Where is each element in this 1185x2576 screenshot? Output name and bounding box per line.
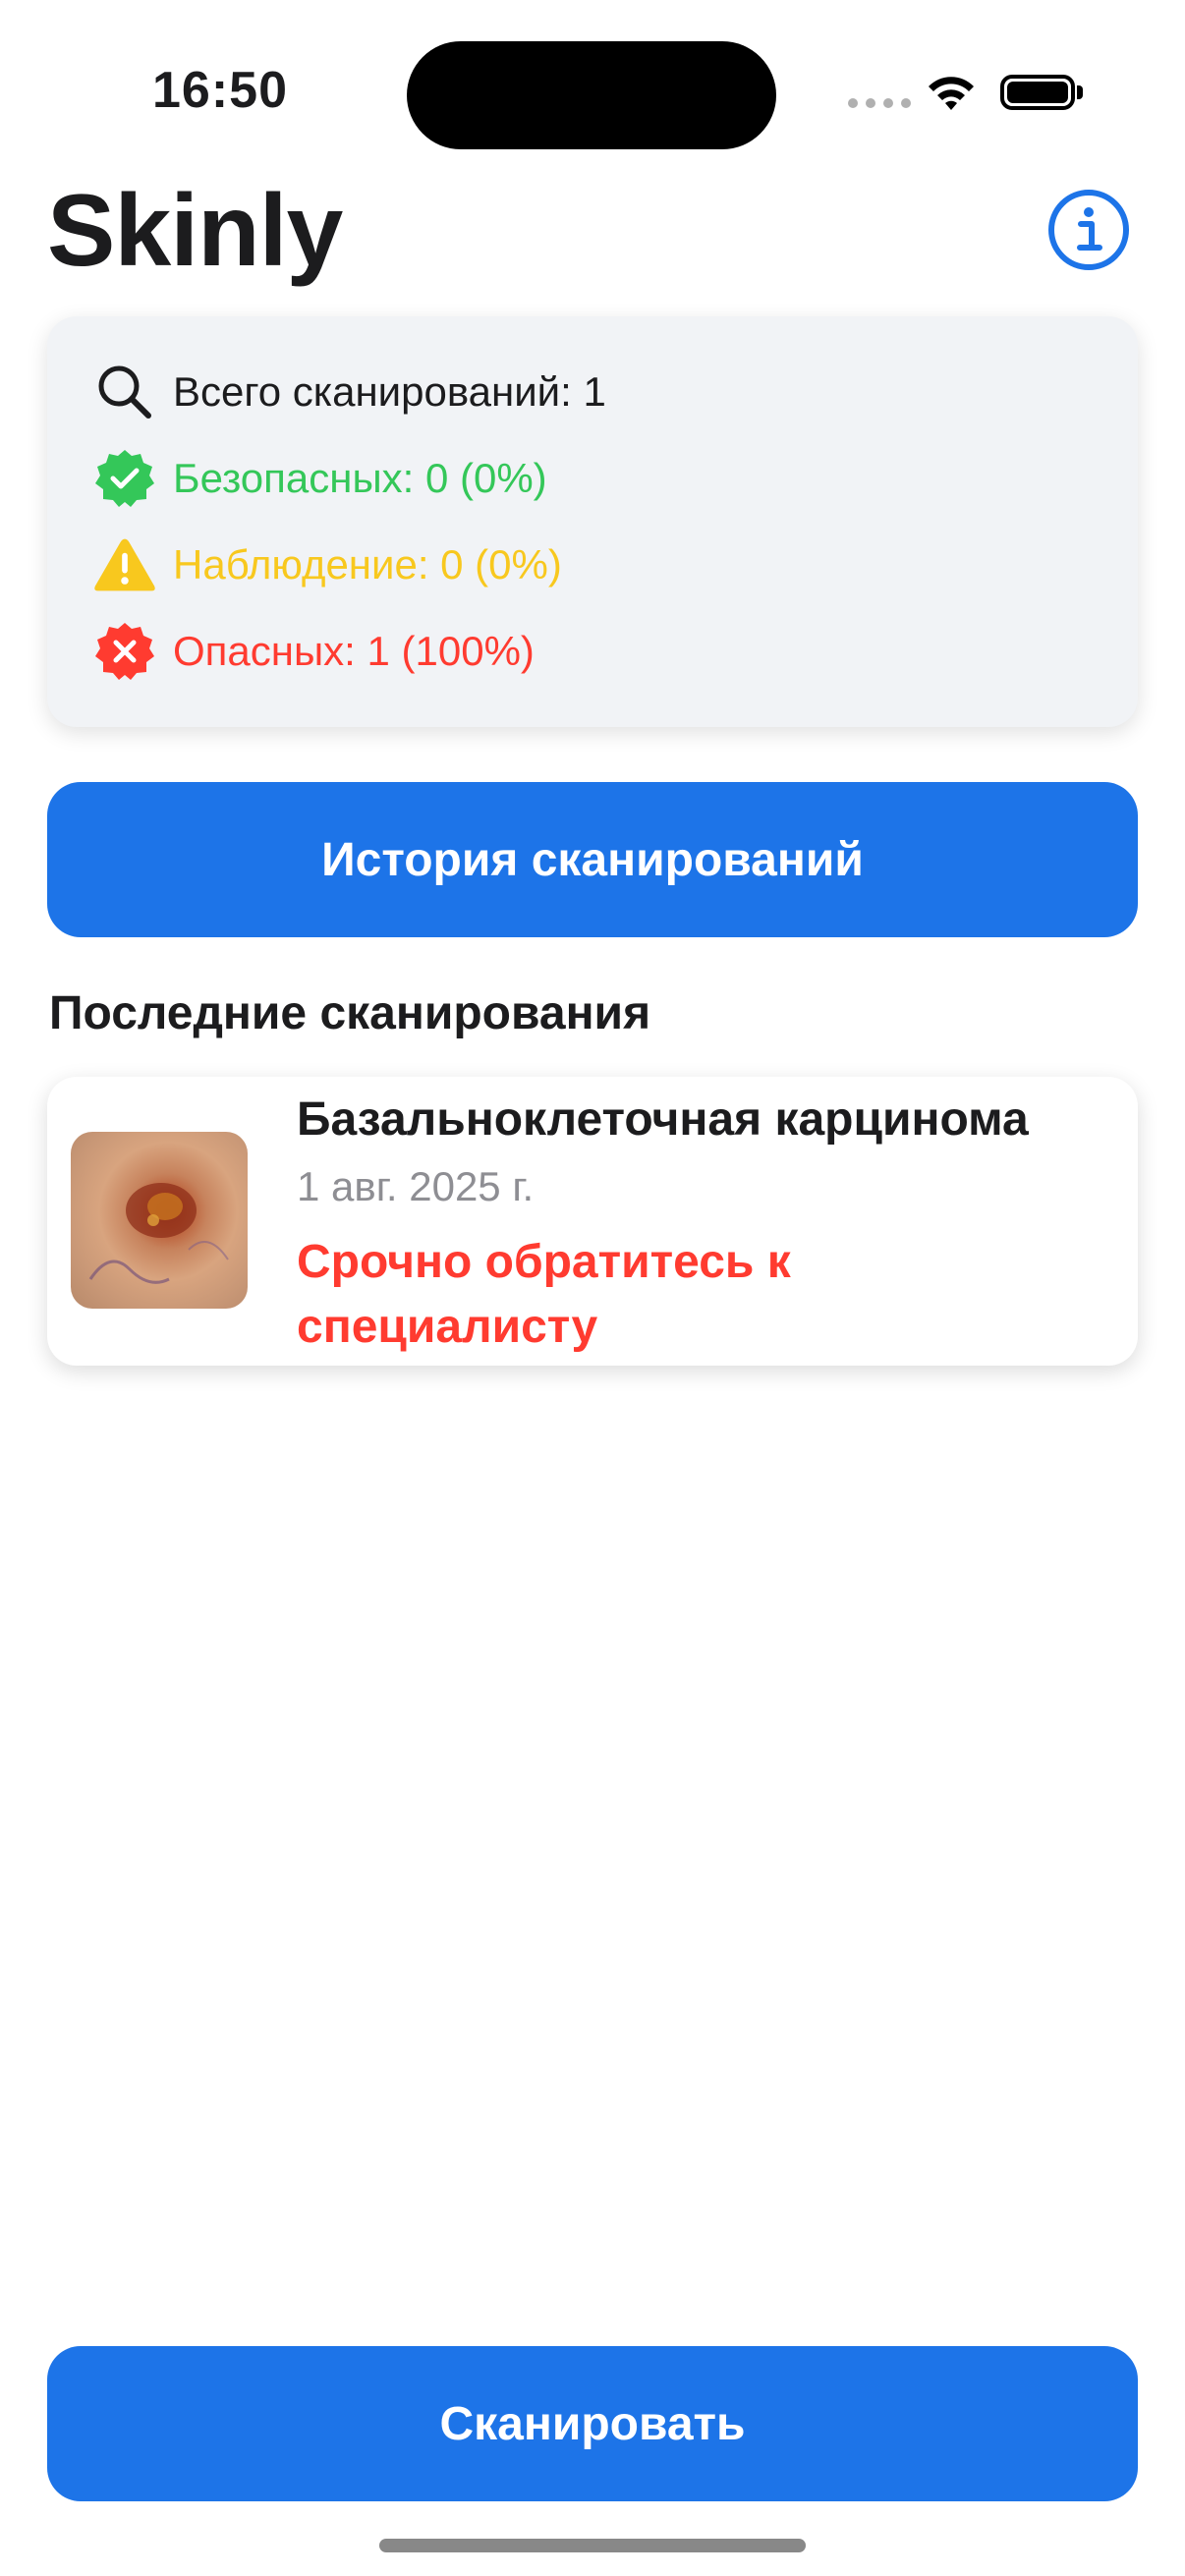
- stat-dangerous-label: Опасных: 1 (100%): [173, 628, 535, 674]
- home-indicator: [379, 2539, 806, 2552]
- stat-dangerous: Опасных: 1 (100%): [92, 619, 535, 684]
- info-icon[interactable]: [1045, 187, 1132, 273]
- scan-history-button[interactable]: История сканирований: [47, 782, 1138, 937]
- stat-total-label: Всего сканирований: 1: [173, 368, 606, 415]
- stat-watch-label: Наблюдение: 0 (0%): [173, 541, 562, 588]
- scan-diagnosis: Базальноклеточная карцинома: [297, 1093, 1029, 1146]
- battery-cap: [1077, 85, 1083, 99]
- search-icon: [92, 360, 157, 424]
- wifi-icon: [929, 77, 974, 110]
- checkmark-seal-icon: [92, 446, 157, 511]
- stats-card: Всего сканирований: 1 Безопасных: 0 (0%)…: [47, 316, 1138, 727]
- scan-status: Срочно обратитесь к специалисту: [297, 1236, 791, 1353]
- stat-safe-label: Безопасных: 0 (0%): [173, 455, 547, 501]
- recent-scans-title: Последние сканирования: [49, 987, 651, 1039]
- battery-icon: [1000, 75, 1075, 110]
- dynamic-island: [407, 41, 776, 149]
- stat-safe: Безопасных: 0 (0%): [92, 446, 547, 511]
- app-title: Skinly: [47, 174, 343, 288]
- recent-scan-card[interactable]: Базальноклеточная карцинома 1 авг. 2025 …: [47, 1077, 1138, 1366]
- xmark-seal-icon: [92, 619, 157, 684]
- scan-thumbnail: [71, 1132, 248, 1309]
- stat-total: Всего сканирований: 1: [92, 360, 606, 424]
- cellular-signal-icon: [848, 98, 911, 108]
- warning-triangle-icon: [92, 532, 157, 597]
- scan-date: 1 авг. 2025 г.: [297, 1163, 535, 1209]
- scan-button[interactable]: Сканировать: [47, 2346, 1138, 2501]
- status-time: 16:50: [152, 62, 288, 119]
- stat-watch: Наблюдение: 0 (0%): [92, 532, 562, 597]
